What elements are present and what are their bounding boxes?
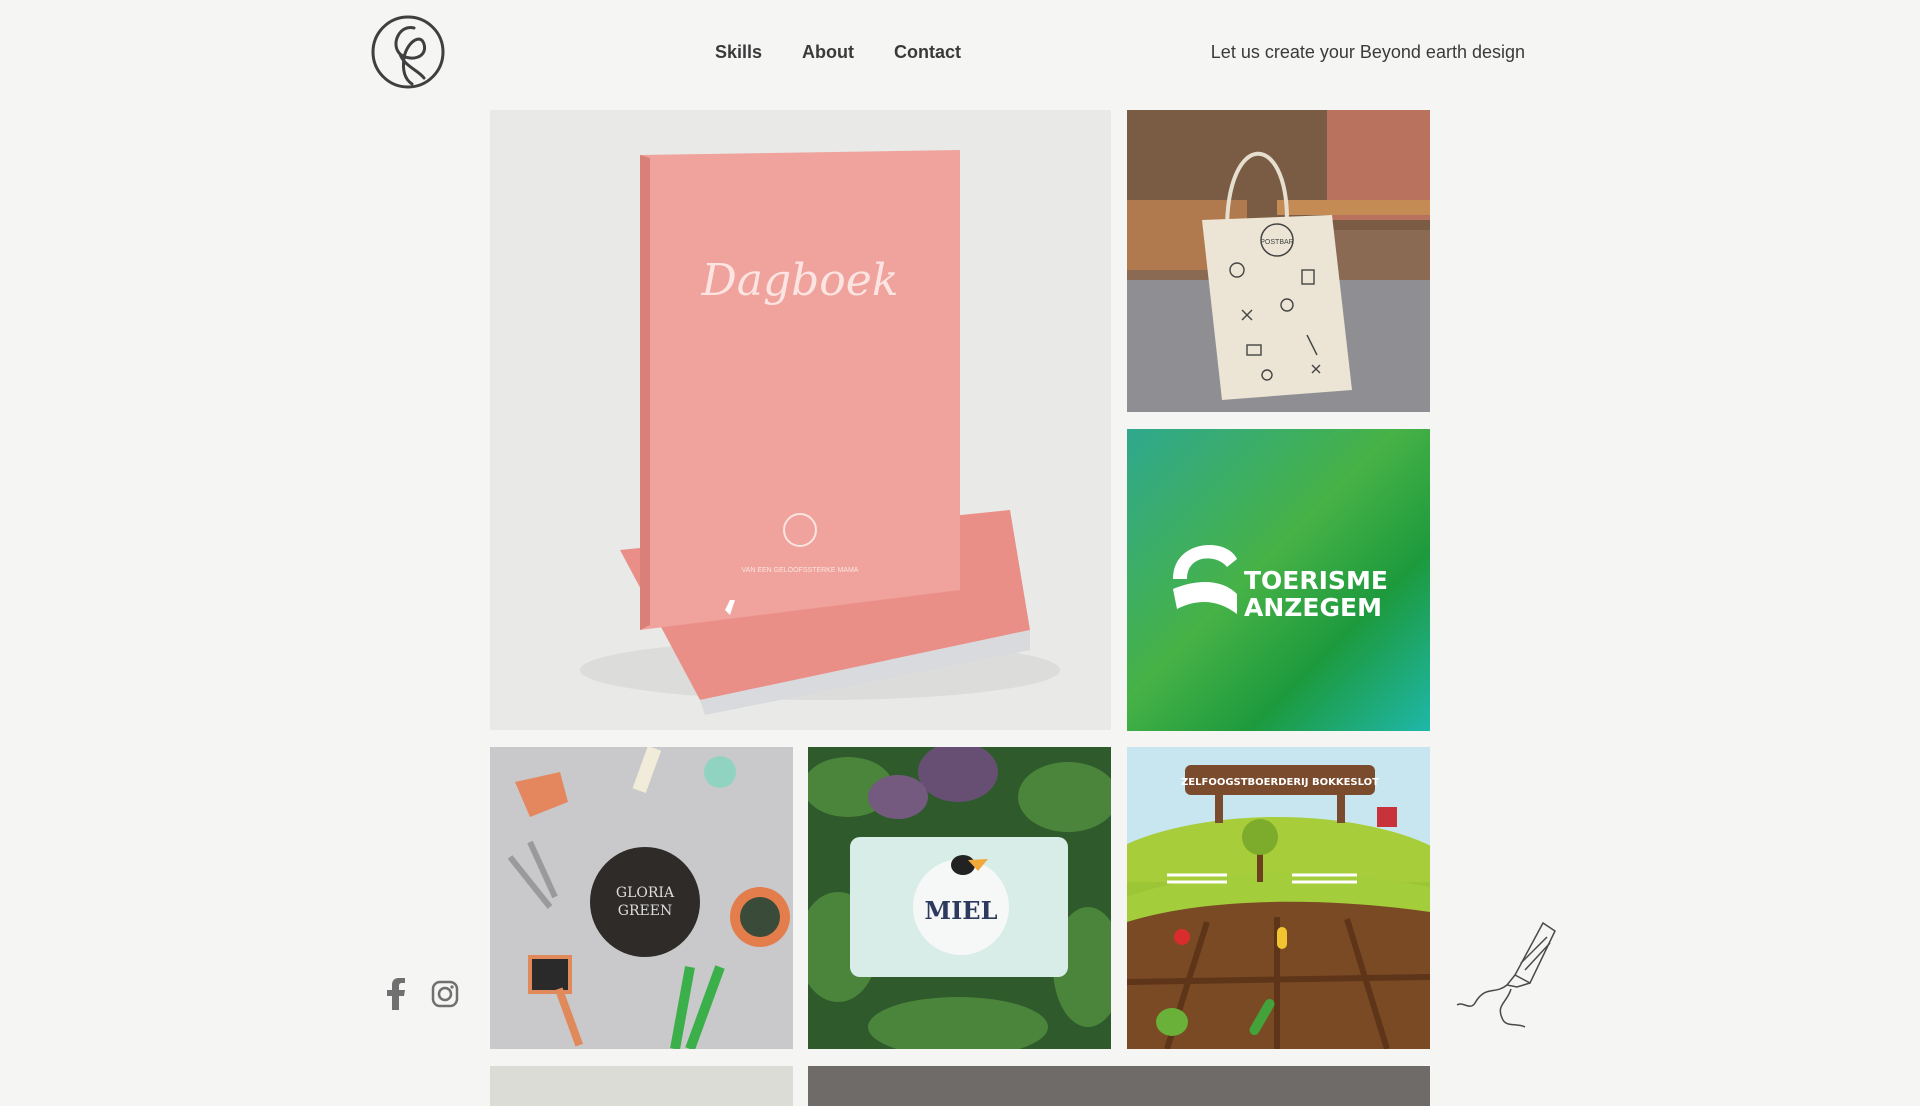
miel-label: MIEL: [925, 896, 998, 925]
portfolio-tile-partial-1[interactable]: [490, 1066, 793, 1106]
site-header: Skills About Contact Let us create your …: [0, 0, 1920, 108]
main-nav: Skills About Contact: [715, 42, 961, 63]
book-title-text: Dagboek: [700, 255, 898, 306]
portfolio-tile-farm[interactable]: ZELFOOGSTBOERDERIJ BOKKESLOT: [1127, 747, 1430, 1049]
nav-contact-link[interactable]: Contact: [894, 42, 961, 63]
social-links: [385, 978, 459, 1015]
gloria-line1: GLORIA: [616, 885, 675, 901]
portfolio-tile-toerisme-anzegem[interactable]: TOERISME ANZEGEM: [1127, 429, 1430, 731]
nav-skills-link[interactable]: Skills: [715, 42, 762, 63]
instagram-icon[interactable]: [431, 980, 459, 1013]
portfolio-tile-partial-2[interactable]: [808, 1066, 1430, 1106]
portfolio-tile-gloria-green[interactable]: GLORIA GREEN: [490, 747, 793, 1049]
portfolio-tile-tote-bag[interactable]: POSTBAR: [1127, 110, 1430, 412]
brand-logo[interactable]: [370, 14, 446, 90]
tourism-line2: ANZEGEM: [1244, 593, 1382, 622]
portfolio-tile-miel[interactable]: MIEL: [808, 747, 1111, 1049]
gloria-line2: GREEN: [618, 903, 672, 919]
tote-bag-image: POSTBAR: [1127, 110, 1430, 412]
nav-about-link[interactable]: About: [802, 42, 854, 63]
book-subtitle-text: VAN EEN GELOOFSSTERKE MAMA: [742, 567, 859, 574]
gloria-green-image: GLORIA GREEN: [490, 747, 793, 1049]
farm-sign-text: ZELFOOGSTBOERDERIJ BOKKESLOT: [1181, 777, 1379, 788]
dagboek-image: Dagboek VAN EEN GELOOFSSTERKE MAMA: [490, 110, 1111, 730]
toerisme-anzegem-image: TOERISME ANZEGEM: [1127, 429, 1430, 731]
tourism-line1: TOERISME: [1244, 566, 1388, 595]
rocket-doodle-icon: [1455, 915, 1565, 1035]
tagline: Let us create your Beyond earth design: [1210, 42, 1525, 62]
portfolio-tile-dagboek[interactable]: Dagboek VAN EEN GELOOFSSTERKE MAMA: [490, 110, 1111, 730]
tote-badge-text: POSTBAR: [1260, 239, 1293, 246]
facebook-icon[interactable]: [385, 978, 407, 1015]
miel-image: MIEL: [808, 747, 1111, 1049]
farm-image: ZELFOOGSTBOERDERIJ BOKKESLOT: [1127, 747, 1430, 1049]
